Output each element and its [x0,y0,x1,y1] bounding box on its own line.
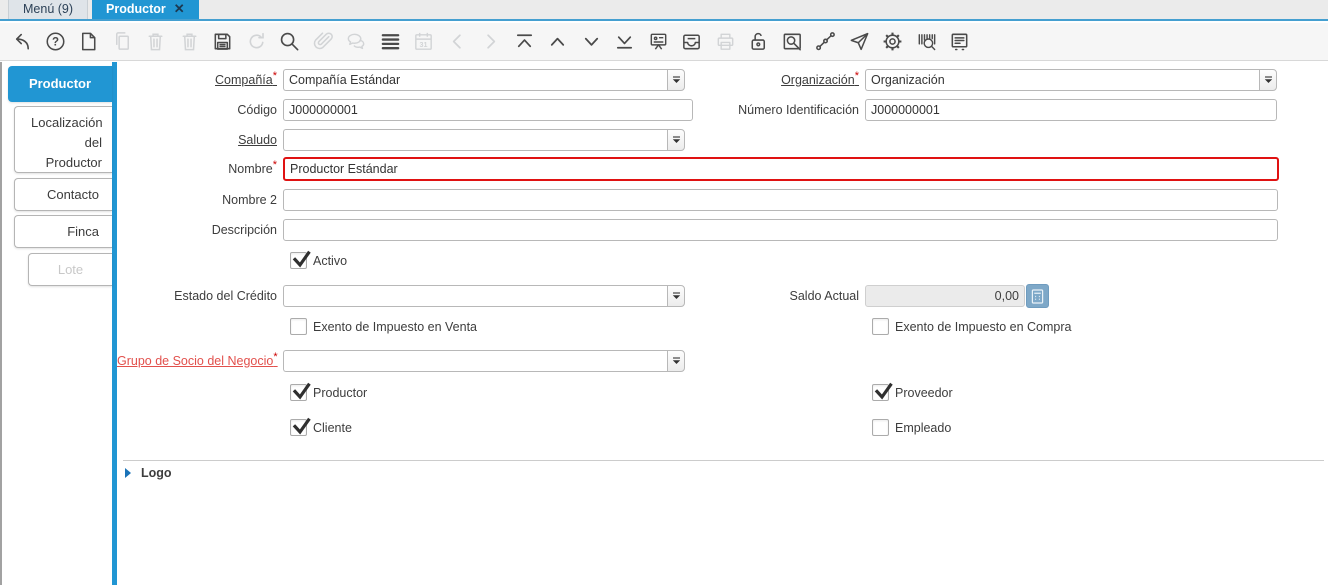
estado-credito-value[interactable] [283,285,667,307]
compania-value[interactable]: Compañía Estándar [283,69,667,91]
undo-icon[interactable] [10,30,33,53]
estado-credito-label: Estado del Crédito [174,289,277,303]
detail-record-icon [479,30,502,53]
tab-productor-label: Productor [106,1,166,16]
organizacion-combobox[interactable]: Organización [865,69,1277,91]
sidebar-tab-lote: Lote [28,253,112,286]
toolbar: ? 31 [0,23,1328,61]
compania-label: Compañía* [215,70,277,87]
sidebar-tab-finca[interactable]: Finca [14,215,112,248]
find-icon[interactable] [278,30,301,53]
organizacion-label: Organización* [781,70,859,87]
form-panel: Compañía* Compañía Estándar Organización… [117,62,1328,585]
productor-label: Productor [313,386,368,400]
lock-icon[interactable] [747,30,770,53]
codigo-label: Código [237,103,277,117]
grupo-socio-combobox[interactable] [283,350,685,372]
nombre2-field[interactable] [283,189,1278,211]
close-icon[interactable]: ✕ [174,2,185,15]
tab-menu[interactable]: Menú (9) [8,0,89,19]
svg-text:?: ? [51,37,58,49]
help-icon[interactable]: ? [44,30,67,53]
nombre-field[interactable]: Productor Estándar [283,157,1279,181]
numero-identificacion-label: Número Identificación [738,103,859,117]
sidebar-tab-contacto[interactable]: Contacto [14,178,112,211]
saludo-value[interactable] [283,129,667,151]
logo-group-label: Logo [141,466,172,480]
saludo-label: Saludo [238,133,277,147]
nombre-label: Nombre* [228,159,277,176]
chevron-down-icon[interactable] [667,129,685,151]
quick-form-icon[interactable] [948,30,971,53]
window-tab-bar: Menú (9) Productor ✕ [0,0,1328,21]
customize-icon[interactable] [881,30,904,53]
workflow-icon[interactable] [814,30,837,53]
exento-compra-checkbox[interactable] [872,318,889,335]
sidebar-tab-localizacion[interactable]: Localización del Productor [14,106,112,173]
chevron-down-icon[interactable] [667,350,685,372]
attachment-icon [312,30,335,53]
calculator-button[interactable] [1026,284,1049,308]
saludo-combobox[interactable] [283,129,685,151]
group-separator [123,460,1324,461]
empleado-checkbox[interactable] [872,419,889,436]
estado-credito-combobox[interactable] [283,285,685,307]
descripcion-field[interactable] [283,219,1278,241]
compania-combobox[interactable]: Compañía Estándar [283,69,685,91]
descripcion-label: Descripción [211,223,277,237]
product-info-icon[interactable] [915,30,938,53]
delete-selection-icon [178,30,201,53]
activo-checkbox[interactable] [290,250,311,269]
nombre2-label: Nombre 2 [222,193,277,207]
organizacion-value[interactable]: Organización [865,69,1259,91]
zoom-across-icon[interactable] [781,30,804,53]
report-icon[interactable] [647,30,670,53]
previous-record-icon[interactable] [546,30,569,53]
next-record-icon[interactable] [580,30,603,53]
proveedor-checkbox[interactable] [872,382,893,401]
expand-arrow-icon [125,468,131,478]
saldo-actual-label: Saldo Actual [789,289,860,303]
exento-compra-label: Exento de Impuesto en Compra [895,320,1072,334]
empleado-label: Empleado [895,421,952,435]
sidebar-tab-productor[interactable]: Productor [8,66,112,102]
archive-icon[interactable] [680,30,703,53]
exento-venta-checkbox[interactable] [290,318,307,335]
svg-text:31: 31 [420,41,428,49]
grupo-socio-label: Grupo de Socio del Negocio* [117,351,278,368]
save-icon[interactable] [211,30,234,53]
new-record-icon[interactable] [77,30,100,53]
exento-venta-label: Exento de Impuesto en Venta [313,320,478,334]
proveedor-label: Proveedor [895,386,953,400]
numero-identificacion-field[interactable]: J000000001 [865,99,1277,121]
grupo-socio-value[interactable] [283,350,667,372]
chat-icon [345,30,368,53]
parent-record-icon [446,30,469,53]
calendar-icon: 31 [412,30,435,53]
toggle-detail-grid-icon[interactable] [379,30,402,53]
first-record-icon[interactable] [513,30,536,53]
logo-group-header[interactable]: Logo [125,466,172,480]
cliente-checkbox[interactable] [290,417,311,436]
sidebar: Productor Localización del Productor Con… [0,62,117,585]
request-icon[interactable] [848,30,871,53]
last-record-icon[interactable] [613,30,636,53]
refresh-icon [245,30,268,53]
tab-productor[interactable]: Productor ✕ [92,0,199,19]
print-icon [714,30,737,53]
saldo-actual-field: 0,00 [865,285,1025,307]
delete-record-icon [144,30,167,53]
productor-checkbox[interactable] [290,382,311,401]
main-area: Productor Localización del Productor Con… [0,62,1328,585]
activo-label: Activo [313,254,348,268]
codigo-field[interactable]: J000000001 [283,99,693,121]
cliente-label: Cliente [313,421,352,435]
copy-record-icon [111,30,134,53]
chevron-down-icon[interactable] [1259,69,1277,91]
